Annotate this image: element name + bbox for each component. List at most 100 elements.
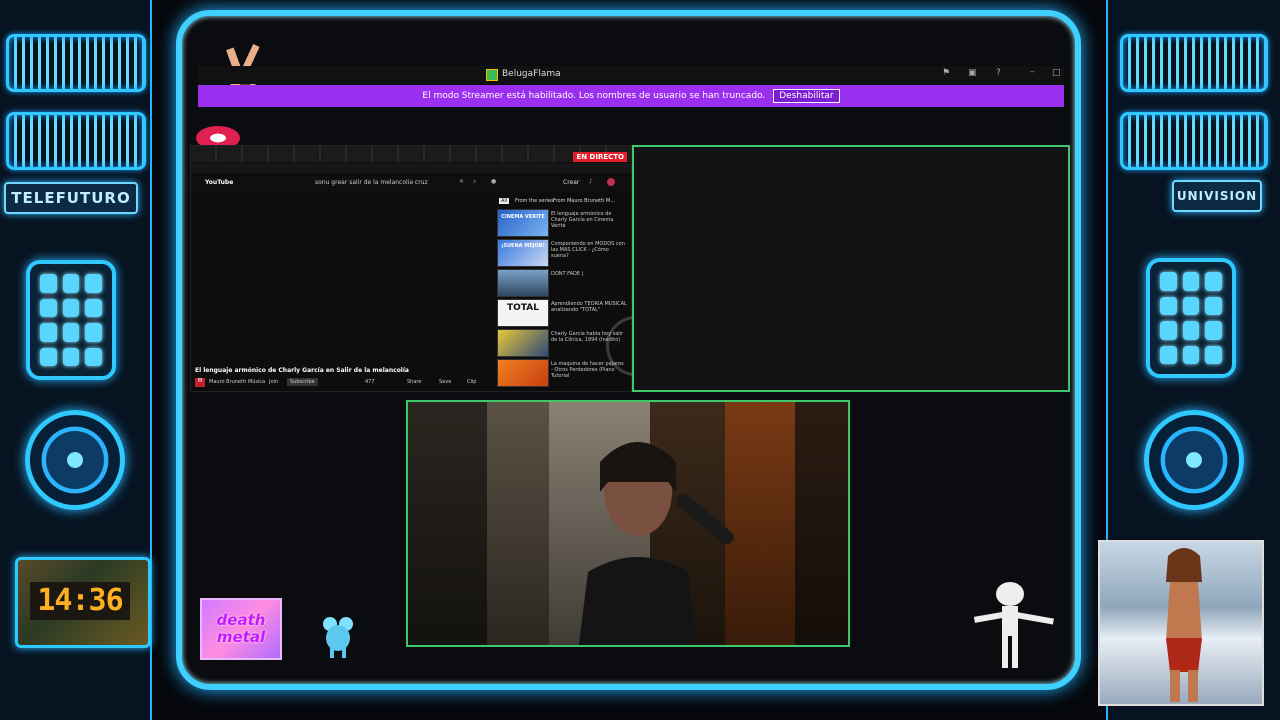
- keypad-key: [1182, 321, 1200, 340]
- window-titlebar: BelugaFlama ⚑ ▣ ? – □: [198, 66, 1064, 84]
- chip-series[interactable]: From the series: [515, 198, 554, 204]
- video-thumbnail: CINEMA VERITE: [497, 209, 549, 237]
- maximize-icon[interactable]: □: [1052, 68, 1061, 78]
- video-thumbnail: TOTAL: [497, 299, 549, 327]
- app-icon: [486, 69, 498, 81]
- speaker-grille-middle: [6, 112, 146, 170]
- related-video[interactable]: DONT FADE |: [497, 269, 627, 297]
- channel-avatar[interactable]: M: [195, 378, 205, 387]
- keypad-key: [85, 347, 102, 366]
- video-title: El lenguaje armónico de Charly García en…: [551, 211, 614, 229]
- death-metal-sticker: death metal: [200, 598, 282, 660]
- channel-sign-left: TELEFUTURO: [4, 182, 138, 214]
- join-button[interactable]: Join: [269, 379, 278, 385]
- channel-name[interactable]: Mauro Brunetti Música: [209, 379, 265, 385]
- thumbnail-text: CINEMA VERITE: [501, 214, 545, 220]
- secondary-camera-window: [632, 145, 1070, 392]
- keypad-key: [40, 323, 57, 342]
- inbox-icon[interactable]: ▣: [968, 68, 977, 78]
- digital-clock: 14:36: [15, 557, 151, 648]
- related-video[interactable]: CINEMA VERITE El lenguaje armónico de Ch…: [497, 209, 627, 237]
- youtube-header: YouTube sonu grear salir de la melancoli…: [191, 176, 631, 190]
- video-title: Aprendiendo TEORIA MUSICAL analizando "T…: [551, 301, 627, 313]
- bell-icon[interactable]: ♪: [589, 178, 593, 185]
- flag-icon[interactable]: ⚑: [942, 68, 950, 78]
- related-video[interactable]: La maquina de hacer pájaros - Otros Perd…: [497, 359, 627, 387]
- search-input[interactable]: sonu grear salir de la melancolia cruz: [315, 179, 465, 186]
- live-badge: EN DIRECTO: [573, 152, 627, 162]
- keypad-left: [26, 260, 116, 380]
- hercules-image: [1098, 540, 1264, 706]
- thumbnail-text: ¡SUENA MEJOR!: [501, 243, 545, 249]
- streamer-mode-message: El modo Streamer está habilitado. Los no…: [422, 91, 766, 101]
- mic-icon[interactable]: ●: [491, 178, 496, 185]
- related-video[interactable]: ¡SUENA MEJOR! Componiendo en MODOS con l…: [497, 239, 627, 267]
- clock-readout: 14:36: [30, 582, 130, 620]
- video-thumbnail: [497, 329, 549, 357]
- related-video[interactable]: TOTAL Aprendiendo TEORIA MUSICAL analiza…: [497, 299, 627, 327]
- left-side-panel: TELEFUTURO 14:36: [0, 0, 152, 720]
- keypad-key: [62, 323, 80, 342]
- dial-knob-right: [1144, 410, 1244, 510]
- dancing-figure-sticker: [972, 578, 1058, 670]
- keypad-key: [1205, 272, 1222, 291]
- keypad-key: [40, 274, 57, 293]
- mouse-sticker: [318, 616, 358, 660]
- like-count[interactable]: 477: [365, 379, 375, 385]
- save-button[interactable]: Save: [439, 379, 451, 385]
- dial-knob-left: [25, 410, 125, 510]
- keypad-key: [62, 298, 80, 317]
- keypad-key: [85, 274, 102, 293]
- keypad-key: [1205, 345, 1222, 364]
- keypad-key: [1160, 272, 1177, 291]
- subscribe-button[interactable]: Subscribe: [287, 378, 318, 386]
- streamer-figure: [578, 442, 698, 645]
- video-thumbnail: [497, 359, 549, 387]
- video-thumbnail: [497, 269, 549, 297]
- chip-channel[interactable]: From Mauro Brunetti M...: [553, 198, 615, 204]
- keypad-key: [1205, 321, 1222, 340]
- keypad-right: [1146, 258, 1236, 378]
- channel-row: M Mauro Brunetti Música Join Subscribe 4…: [195, 378, 495, 388]
- speaker-grille-middle: [1120, 112, 1268, 170]
- speaker-grille-top: [6, 34, 146, 92]
- keypad-key: [85, 298, 102, 317]
- keypad-key: [1160, 345, 1177, 364]
- streamer-mode-banner: El modo Streamer está habilitado. Los no…: [198, 85, 1064, 107]
- video-title: DONT FADE |: [551, 271, 584, 277]
- keypad-key: [1160, 296, 1177, 315]
- share-button[interactable]: Share: [407, 379, 421, 385]
- avatar[interactable]: [607, 178, 615, 186]
- create-button[interactable]: Crear: [563, 179, 579, 186]
- thumbnail-text: TOTAL: [507, 303, 539, 313]
- keypad-key: [62, 347, 80, 366]
- keypad-key: [1182, 345, 1200, 364]
- help-icon[interactable]: ?: [996, 68, 1001, 78]
- minimize-icon[interactable]: –: [1030, 67, 1035, 77]
- keypad-key: [62, 274, 80, 293]
- chip-all[interactable]: All: [499, 198, 510, 204]
- clip-button[interactable]: Clip: [467, 379, 476, 385]
- keypad-key: [1160, 321, 1177, 340]
- keypad-key: [1182, 296, 1200, 315]
- speaker-grille-top: [1120, 34, 1268, 92]
- search-icon[interactable]: ⌕: [473, 178, 476, 186]
- main-video-title: El lenguaje armónico de Charly García en…: [195, 367, 409, 374]
- keypad-key: [40, 347, 57, 366]
- chip-bar: All From the series From Mauro Brunetti …: [497, 198, 627, 206]
- address-bar[interactable]: [191, 163, 631, 173]
- window-title: BelugaFlama: [502, 69, 561, 79]
- browser-capture: EN DIRECTO YouTube sonu grear salir de l…: [190, 145, 632, 392]
- channel-sign-right: UNIVISION: [1172, 180, 1262, 212]
- keypad-key: [1205, 296, 1222, 315]
- close-icon[interactable]: ✕: [459, 178, 464, 185]
- browser-tab-strip[interactable]: [191, 146, 631, 162]
- webcam-feed: [406, 400, 850, 647]
- keypad-key: [1182, 272, 1200, 291]
- keypad-key: [40, 298, 57, 317]
- youtube-logo[interactable]: YouTube: [205, 179, 233, 186]
- video-thumbnail: ¡SUENA MEJOR!: [497, 239, 549, 267]
- keypad-key: [85, 323, 102, 342]
- video-title: Componiendo en MODOS con las MAS CLICK -…: [551, 241, 625, 259]
- disable-streamer-mode-button[interactable]: Deshabilitar: [773, 89, 840, 103]
